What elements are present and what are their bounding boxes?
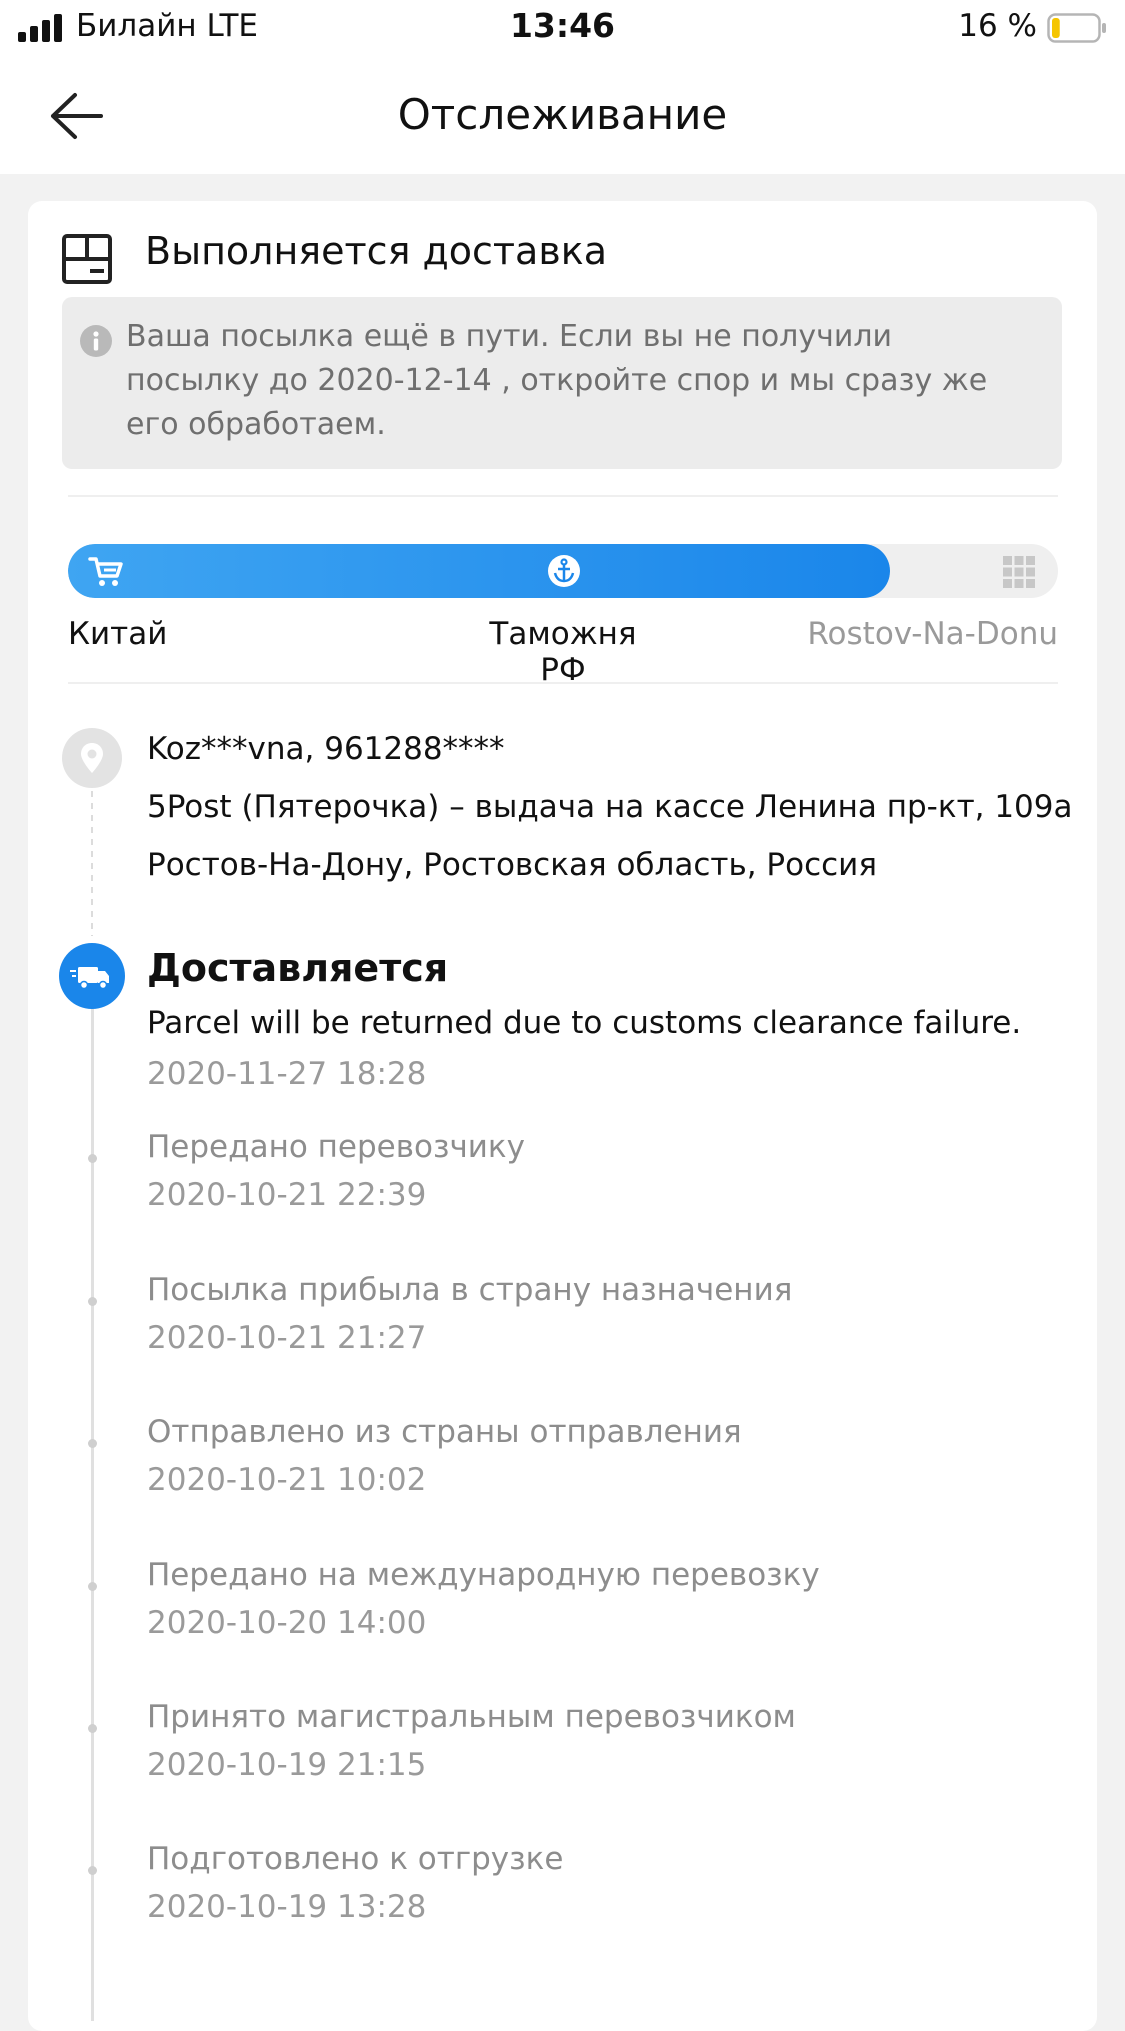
status-bar: Билайн LTE 13:46 16 % bbox=[0, 0, 1125, 58]
timeline-dot bbox=[88, 1866, 97, 1875]
event-title: Посылка прибыла в страну назначения bbox=[147, 1272, 793, 1308]
event-title: Подготовлено к отгрузке bbox=[147, 1841, 564, 1877]
page-title: Отслеживание bbox=[397, 90, 728, 139]
recipient-name: Koz***vna, 961288**** bbox=[147, 731, 505, 767]
stage-customs-label: Таможня РФ bbox=[489, 616, 637, 688]
delivery-status-title: Выполняется доставка bbox=[145, 229, 607, 273]
event-title: Передано на международную перевозку bbox=[147, 1557, 820, 1593]
current-event-description: Parcel will be returned due to customs c… bbox=[147, 1005, 1022, 1041]
stage-destination-label: Rostov-Na-Donu bbox=[807, 616, 1058, 652]
event-title: Передано перевозчику bbox=[147, 1129, 525, 1165]
timeline-dot bbox=[88, 1297, 97, 1306]
timeline-dot bbox=[88, 1724, 97, 1733]
divider bbox=[68, 682, 1058, 684]
carrier-label: Билайн LTE bbox=[76, 8, 259, 44]
event-time: 2020-10-19 13:28 bbox=[147, 1889, 427, 1925]
progress-fill bbox=[68, 544, 890, 598]
pickup-point: 5Post (Пятерочка) – выдача на кассе Лени… bbox=[147, 789, 1073, 825]
timeline-dot bbox=[88, 1582, 97, 1591]
info-icon bbox=[80, 325, 112, 357]
current-event-title: Доставляется bbox=[147, 946, 449, 990]
event-title: Отправлено из страны отправления bbox=[147, 1414, 742, 1450]
event-time: 2020-10-21 10:02 bbox=[147, 1462, 427, 1498]
truck-icon bbox=[70, 967, 109, 990]
divider bbox=[68, 495, 1058, 497]
timeline-dot bbox=[88, 1154, 97, 1163]
anchor-icon bbox=[548, 555, 580, 587]
current-status-badge bbox=[59, 943, 125, 1009]
tracking-card: Выполняется доставка Ваша посылка ещё в … bbox=[28, 201, 1097, 2031]
notice-text: Ваша посылка ещё в пути. Если вы не полу… bbox=[126, 319, 988, 442]
delivery-region: Ростов-На-Дону, Ростовская область, Росс… bbox=[147, 847, 877, 883]
stage-origin-label: Китай bbox=[68, 616, 168, 652]
timeline-dashed-connector bbox=[91, 791, 93, 936]
building-icon bbox=[1003, 556, 1035, 588]
event-time: 2020-10-21 22:39 bbox=[147, 1177, 427, 1213]
arrow-left-icon bbox=[51, 93, 103, 139]
location-pin-badge bbox=[62, 728, 122, 788]
current-event-time: 2020-11-27 18:28 bbox=[147, 1056, 427, 1092]
parcel-box-icon bbox=[62, 234, 112, 284]
event-time: 2020-10-20 14:00 bbox=[147, 1605, 427, 1641]
shopping-cart-icon bbox=[88, 557, 123, 586]
event-title: Принято магистральным перевозчиком bbox=[147, 1699, 796, 1735]
notice-box: Ваша посылка ещё в пути. Если вы не полу… bbox=[62, 297, 1062, 469]
location-pin-icon bbox=[81, 743, 103, 773]
battery-percent: 16 % bbox=[958, 8, 1037, 44]
event-time: 2020-10-21 21:27 bbox=[147, 1320, 427, 1356]
battery-icon bbox=[1047, 13, 1106, 43]
timeline-dot bbox=[88, 1439, 97, 1448]
event-time: 2020-10-19 21:15 bbox=[147, 1747, 427, 1783]
back-button[interactable] bbox=[40, 83, 112, 149]
nav-bar: Отслеживание bbox=[0, 58, 1125, 174]
clock: 13:46 bbox=[509, 6, 616, 45]
signal-icon bbox=[18, 14, 62, 42]
